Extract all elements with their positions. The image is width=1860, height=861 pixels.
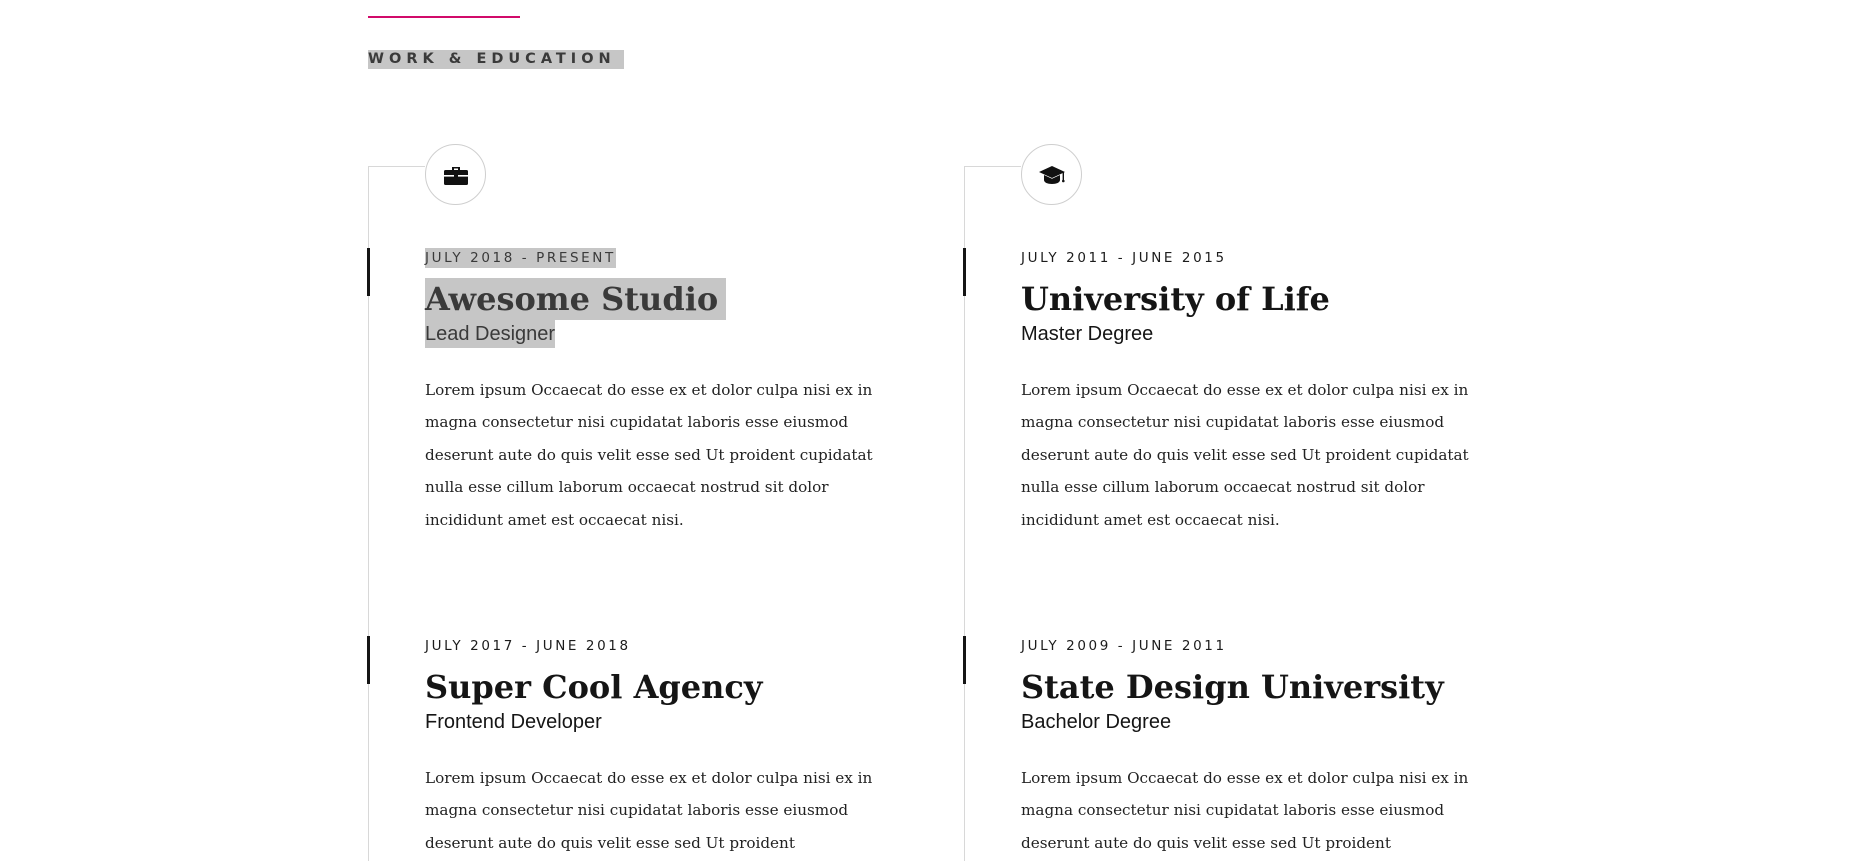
entry-title: Super Cool Agency — [425, 668, 763, 706]
entry-description: Lorem ipsum Occaecat do esse ex et dolor… — [1021, 769, 1469, 852]
entry-description: Lorem ipsum Occaecat do esse ex et dolor… — [425, 769, 873, 852]
entry-role: Frontend Developer — [425, 711, 602, 733]
graduation-cap-icon — [1021, 144, 1082, 205]
timeline-connector — [965, 166, 1021, 167]
timeline-marker — [963, 248, 966, 296]
entry-date: JULY 2011 - JUNE 2015 — [1021, 250, 1227, 266]
entry-title: Awesome Studio — [425, 278, 727, 320]
entry-role: Master Degree — [1021, 323, 1154, 345]
education-timeline: JULY 2011 - JUNE 2015 University of Life… — [963, 144, 1525, 861]
section-heading: WORK & EDUCATION — [368, 50, 624, 69]
entry-description: Lorem ipsum Occaecat do esse ex et dolor… — [1021, 381, 1469, 529]
entry-title: University of Life — [1021, 280, 1330, 318]
timeline-connector — [369, 166, 425, 167]
entry-role: Bachelor Degree — [1021, 711, 1172, 733]
section-accent-rule — [368, 16, 520, 18]
entry-role: Lead Designer — [425, 320, 556, 348]
entry-title: State Design University — [1021, 668, 1444, 706]
entry-date: JULY 2009 - JUNE 2011 — [1021, 638, 1227, 654]
briefcase-icon — [425, 144, 486, 205]
timeline-marker — [963, 636, 966, 684]
timeline-marker — [367, 248, 370, 296]
entry-date: JULY 2017 - JUNE 2018 — [425, 638, 631, 654]
entry-description: Lorem ipsum Occaecat do esse ex et dolor… — [425, 381, 873, 529]
timeline-marker — [367, 636, 370, 684]
work-timeline: JULY 2018 - PRESENT Awesome Studio Lead … — [367, 144, 929, 861]
entry-date: JULY 2018 - PRESENT — [425, 248, 616, 268]
